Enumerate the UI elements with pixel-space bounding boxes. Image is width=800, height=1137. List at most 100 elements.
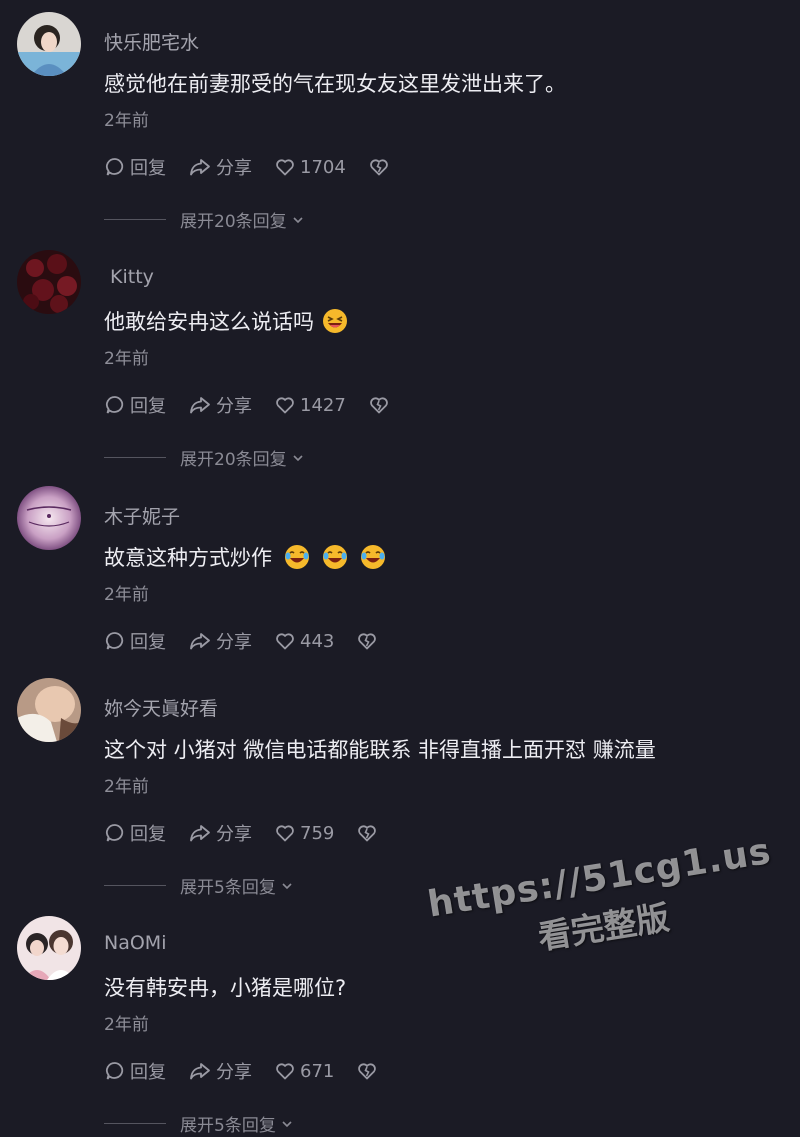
share-arrow-icon	[190, 1063, 210, 1080]
avatar[interactable]	[17, 486, 81, 550]
comment-actions: 回复 分享 443	[104, 628, 404, 654]
comment-text: 没有韩安冉，小猪是哪位?	[104, 976, 347, 1000]
reply-label: 回复	[130, 824, 166, 845]
divider	[104, 885, 166, 886]
expand-replies-button[interactable]: 展开20条回复	[104, 445, 305, 470]
expand-replies-button[interactable]: 展开5条回复	[104, 1111, 294, 1136]
reply-button[interactable]: 回复	[104, 628, 166, 654]
dislike-button[interactable]	[368, 394, 394, 416]
expand-replies-label: 展开5条回复	[180, 878, 276, 898]
username[interactable]: Kitty	[110, 266, 154, 288]
speech-bubble-icon	[106, 396, 124, 414]
avatar[interactable]	[17, 678, 81, 742]
like-count: 671	[300, 1060, 335, 1082]
broken-heart-icon	[358, 825, 377, 842]
laugh-tears-emoji	[361, 545, 385, 569]
comment-text: 故意这种方式炒作	[104, 542, 386, 572]
broken-heart-icon	[358, 633, 377, 650]
share-button[interactable]: 分享	[188, 820, 252, 846]
dislike-button[interactable]	[356, 822, 382, 844]
heart-icon	[276, 825, 294, 842]
broken-heart-icon	[358, 1063, 377, 1080]
comment-time: 2年前	[104, 777, 149, 797]
comment-text: 感觉他在前妻那受的气在现女友这里发泄出来了。	[104, 72, 566, 96]
reply-label: 回复	[130, 158, 166, 179]
share-label: 分享	[216, 1062, 252, 1083]
dislike-button[interactable]	[356, 1060, 382, 1082]
watermark: https://51cg1.us 看完整版	[425, 831, 775, 975]
heart-icon	[276, 633, 294, 650]
speech-bubble-icon	[106, 1062, 124, 1080]
share-button[interactable]: 分享	[188, 392, 252, 418]
share-button[interactable]: 分享	[188, 628, 252, 654]
divider	[104, 1123, 166, 1124]
chevron-down-icon	[293, 454, 303, 461]
comment-time: 2年前	[104, 585, 149, 605]
divider	[104, 457, 166, 458]
expand-replies-button[interactable]: 展开5条回复	[104, 873, 294, 898]
heart-icon	[276, 159, 294, 176]
comment-actions: 回复 分享 759	[104, 820, 404, 846]
comment-actions: 回复 分享 1427	[104, 392, 416, 418]
reply-button[interactable]: 回复	[104, 392, 166, 418]
expand-replies-label: 展开5条回复	[180, 1116, 276, 1136]
share-label: 分享	[216, 158, 252, 179]
heart-icon	[276, 1063, 294, 1080]
comment-time: 2年前	[104, 111, 149, 131]
comment-time: 2年前	[104, 349, 149, 369]
speech-bubble-icon	[106, 158, 124, 176]
expand-replies-label: 展开20条回复	[180, 212, 287, 232]
share-arrow-icon	[190, 159, 210, 176]
avatar[interactable]	[17, 12, 81, 76]
like-button[interactable]: 671	[274, 1060, 334, 1082]
comment-actions: 回复 分享 671	[104, 1058, 404, 1084]
reply-label: 回复	[130, 1062, 166, 1083]
reply-button[interactable]: 回复	[104, 820, 166, 846]
comment-actions: 回复 分享 1704	[104, 154, 416, 180]
share-label: 分享	[216, 632, 252, 653]
laugh-tears-emoji	[285, 545, 309, 569]
username[interactable]: 妳今天眞好看	[104, 694, 218, 721]
share-label: 分享	[216, 824, 252, 845]
like-button[interactable]: 1704	[274, 156, 346, 178]
heart-icon	[276, 397, 294, 414]
comment-text: 这个对 小猪对 微信电话都能联系 非得直播上面开怼 赚流量	[104, 738, 656, 762]
like-button[interactable]: 759	[274, 822, 334, 844]
expand-replies-button[interactable]: 展开20条回复	[104, 207, 305, 232]
username[interactable]: 快乐肥宅水	[104, 28, 199, 55]
comment-text: 他敢给安冉这么说话吗	[104, 306, 348, 336]
share-button[interactable]: 分享	[188, 1058, 252, 1084]
speech-bubble-icon	[106, 632, 124, 650]
reply-label: 回复	[130, 396, 166, 417]
divider	[104, 219, 166, 220]
chevron-down-icon	[282, 1120, 292, 1127]
reply-label: 回复	[130, 632, 166, 653]
grin-squint-emoji	[323, 309, 347, 333]
like-button[interactable]: 1427	[274, 394, 346, 416]
dislike-button[interactable]	[368, 156, 394, 178]
share-arrow-icon	[190, 825, 210, 842]
like-button[interactable]: 443	[274, 630, 334, 652]
share-arrow-icon	[190, 633, 210, 650]
like-count: 443	[300, 630, 335, 652]
share-button[interactable]: 分享	[188, 154, 252, 180]
speech-bubble-icon	[106, 824, 124, 842]
like-count: 759	[300, 822, 335, 844]
share-label: 分享	[216, 396, 252, 417]
avatar[interactable]	[17, 916, 81, 980]
dislike-button[interactable]	[356, 630, 382, 652]
comment-time: 2年前	[104, 1015, 149, 1035]
like-count: 1427	[300, 394, 346, 416]
reply-button[interactable]: 回复	[104, 154, 166, 180]
broken-heart-icon	[369, 397, 388, 414]
username[interactable]: 木子妮子	[104, 502, 180, 529]
avatar[interactable]	[17, 250, 81, 314]
username[interactable]: NaOMi	[104, 932, 166, 954]
share-arrow-icon	[190, 397, 210, 414]
like-count: 1704	[300, 156, 346, 178]
laugh-tears-emoji	[323, 545, 347, 569]
chevron-down-icon	[282, 882, 292, 889]
reply-button[interactable]: 回复	[104, 1058, 166, 1084]
broken-heart-icon	[369, 159, 388, 176]
chevron-down-icon	[293, 216, 303, 223]
